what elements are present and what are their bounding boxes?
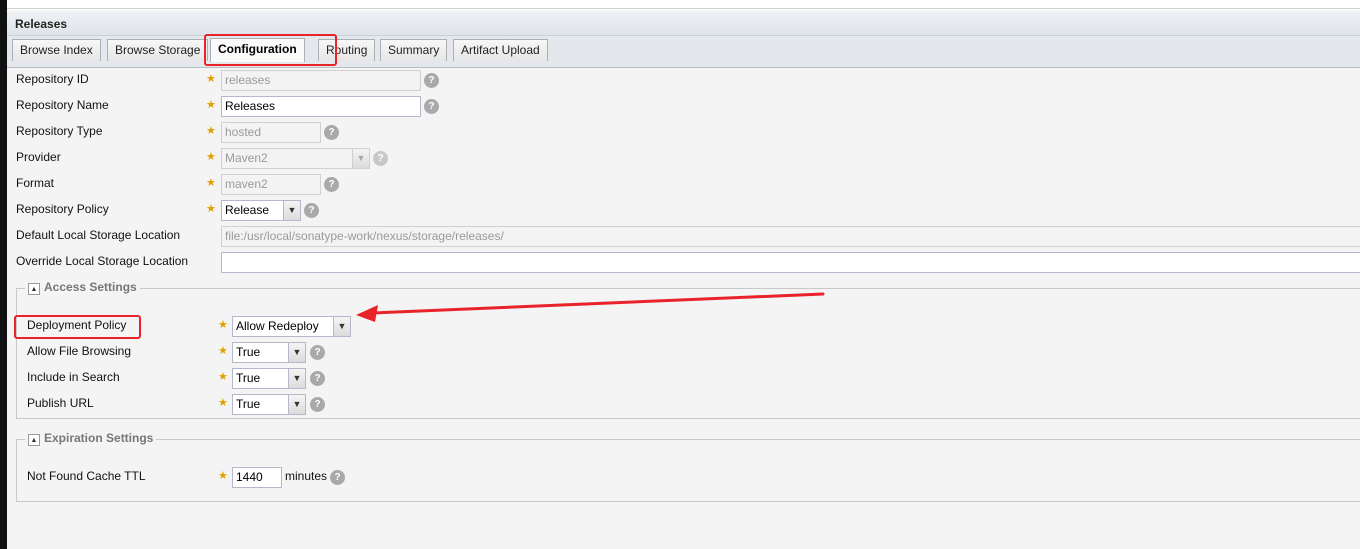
publish-url-label: Publish URL	[27, 396, 94, 410]
help-icon[interactable]: ?	[304, 203, 319, 218]
repository-name-label: Repository Name	[16, 98, 109, 112]
repository-id-label: Repository ID	[16, 72, 89, 86]
field-row-deployment-policy: Deployment Policy ★ Allow Redeploy ▼	[7, 314, 1360, 338]
tab-artifact-upload[interactable]: Artifact Upload	[453, 39, 548, 61]
include-in-search-label: Include in Search	[27, 370, 120, 384]
chevron-down-icon[interactable]: ▼	[288, 395, 305, 414]
chevron-down-icon[interactable]: ▼	[352, 149, 369, 168]
format-input[interactable]: maven2	[221, 174, 321, 195]
collapse-icon[interactable]: ▲	[28, 283, 40, 295]
required-star-icon: ★	[206, 151, 216, 163]
field-row-repository-type: Repository Type ★ hosted ?	[7, 120, 1360, 144]
help-icon[interactable]: ?	[424, 99, 439, 114]
tab-routing[interactable]: Routing	[318, 39, 376, 61]
required-star-icon: ★	[218, 371, 228, 383]
expiration-settings-title: Expiration Settings	[44, 431, 154, 445]
allow-file-browsing-select[interactable]: True ▼	[232, 342, 306, 363]
repository-type-input[interactable]: hosted	[221, 122, 321, 143]
required-star-icon: ★	[206, 203, 216, 215]
chevron-down-icon[interactable]: ▼	[283, 201, 300, 220]
required-star-icon: ★	[206, 99, 216, 111]
access-settings-legend[interactable]: ▲ Access Settings	[25, 280, 140, 295]
field-row-override-storage: Override Local Storage Location	[7, 250, 1360, 274]
tab-configuration[interactable]: Configuration	[210, 38, 305, 62]
expiration-settings-legend[interactable]: ▲ Expiration Settings	[25, 431, 157, 446]
field-row-repository-id: Repository ID ★ releases ?	[7, 68, 1360, 92]
deployment-policy-label: Deployment Policy	[27, 318, 127, 332]
field-row-repository-name: Repository Name ★ Releases ?	[7, 94, 1360, 118]
repository-panel: Releases Browse Index Browse Storage Con…	[7, 10, 1360, 549]
tab-browse-storage[interactable]: Browse Storage	[107, 39, 209, 61]
override-storage-label: Override Local Storage Location	[16, 254, 189, 268]
collapse-icon[interactable]: ▲	[28, 434, 40, 446]
tab-browse-index[interactable]: Browse Index	[12, 39, 101, 61]
include-in-search-select[interactable]: True ▼	[232, 368, 306, 389]
top-strip	[7, 0, 1360, 9]
required-star-icon: ★	[206, 125, 216, 137]
help-icon[interactable]: ?	[373, 151, 388, 166]
repository-policy-label: Repository Policy	[16, 202, 109, 216]
window-edge	[0, 0, 7, 549]
help-icon[interactable]: ?	[324, 177, 339, 192]
repository-policy-select[interactable]: Release ▼	[221, 200, 301, 221]
help-icon[interactable]: ?	[310, 397, 325, 412]
field-row-default-storage: Default Local Storage Location file:/usr…	[7, 224, 1360, 248]
help-icon[interactable]: ?	[424, 73, 439, 88]
configuration-form: Repository ID ★ releases ? Repository Na…	[7, 68, 1360, 549]
tab-strip: Browse Index Browse Storage Configuratio…	[7, 36, 1360, 68]
panel-title: Releases	[7, 12, 1360, 36]
field-row-not-found-cache-ttl: Not Found Cache TTL ★ 1440 minutes ?	[7, 465, 1360, 489]
field-row-publish-url: Publish URL ★ True ▼ ?	[7, 392, 1360, 416]
field-row-repository-policy: Repository Policy ★ Release ▼ ?	[7, 198, 1360, 222]
provider-select[interactable]: Maven2 ▼	[221, 148, 370, 169]
chevron-down-icon[interactable]: ▼	[288, 343, 305, 362]
help-icon[interactable]: ?	[310, 371, 325, 386]
publish-url-value: True	[236, 397, 261, 411]
deployment-policy-select[interactable]: Allow Redeploy ▼	[232, 316, 351, 337]
repository-id-input[interactable]: releases	[221, 70, 421, 91]
help-icon[interactable]: ?	[310, 345, 325, 360]
chevron-down-icon[interactable]: ▼	[333, 317, 350, 336]
publish-url-select[interactable]: True ▼	[232, 394, 306, 415]
tab-summary[interactable]: Summary	[380, 39, 448, 61]
repository-type-label: Repository Type	[16, 124, 103, 138]
not-found-cache-ttl-input[interactable]: 1440	[232, 467, 282, 488]
required-star-icon: ★	[218, 345, 228, 357]
default-storage-input[interactable]: file:/usr/local/sonatype-work/nexus/stor…	[221, 226, 1360, 247]
deployment-policy-value: Allow Redeploy	[236, 319, 319, 333]
help-icon[interactable]: ?	[330, 470, 345, 485]
allow-file-browsing-value: True	[236, 345, 261, 359]
field-row-allow-file-browsing: Allow File Browsing ★ True ▼ ?	[7, 340, 1360, 364]
allow-file-browsing-label: Allow File Browsing	[27, 344, 132, 358]
help-icon[interactable]: ?	[324, 125, 339, 140]
chevron-down-icon[interactable]: ▼	[288, 369, 305, 388]
required-star-icon: ★	[218, 319, 228, 331]
override-storage-input[interactable]	[221, 252, 1360, 273]
not-found-cache-ttl-label: Not Found Cache TTL	[27, 469, 146, 483]
include-in-search-value: True	[236, 371, 261, 385]
field-row-provider: Provider ★ Maven2 ▼ ?	[7, 146, 1360, 170]
provider-value: Maven2	[225, 151, 268, 165]
required-star-icon: ★	[218, 397, 228, 409]
repository-name-input[interactable]: Releases	[221, 96, 421, 117]
required-star-icon: ★	[206, 177, 216, 189]
access-settings-title: Access Settings	[44, 280, 137, 294]
required-star-icon: ★	[206, 73, 216, 85]
repository-policy-value: Release	[225, 203, 270, 217]
required-star-icon: ★	[218, 470, 228, 482]
field-row-format: Format ★ maven2 ?	[7, 172, 1360, 196]
ttl-unit-label: minutes	[285, 469, 328, 483]
default-storage-label: Default Local Storage Location	[16, 228, 181, 242]
provider-label: Provider	[16, 150, 61, 164]
field-row-include-in-search: Include in Search ★ True ▼ ?	[7, 366, 1360, 390]
format-label: Format	[16, 176, 55, 190]
